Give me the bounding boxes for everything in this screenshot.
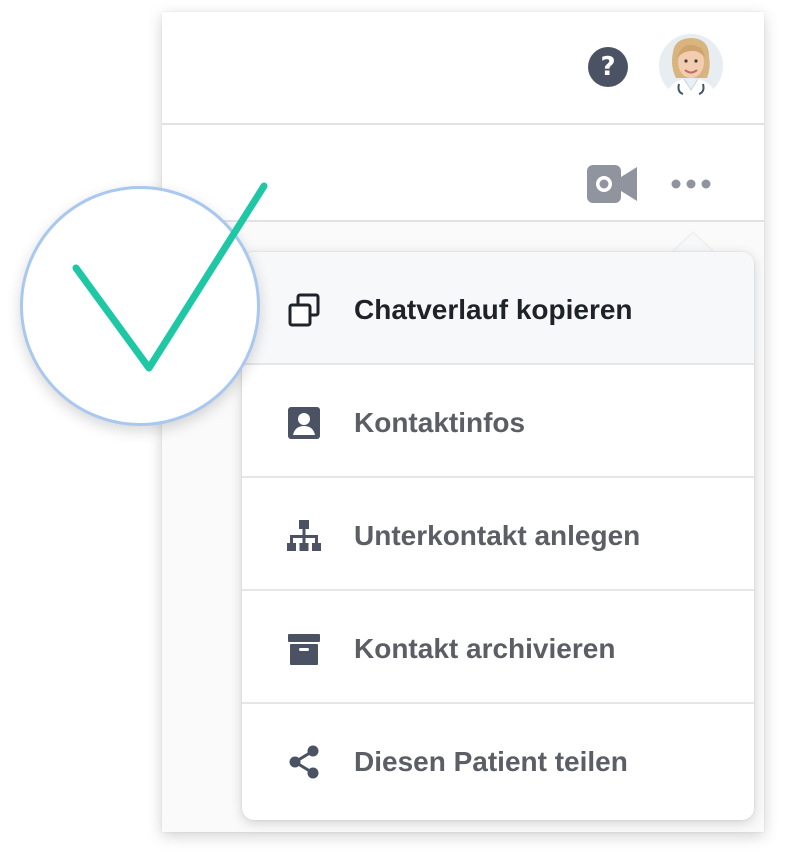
menu-item-label: Kontaktinfos xyxy=(354,407,526,438)
more-options-button[interactable] xyxy=(668,165,714,203)
video-camera-icon xyxy=(587,165,637,203)
contact-card-icon xyxy=(288,407,320,439)
copy-icon xyxy=(288,293,320,327)
menu-item-label: Kontakt archivieren xyxy=(354,633,616,664)
screen: ? Chatverlauf kopieren Kontaktinfos Unte… xyxy=(0,0,786,862)
menu-item-archive-contact[interactable]: Kontakt archivieren xyxy=(242,591,754,704)
user-avatar[interactable] xyxy=(659,34,723,98)
chat-toolbar xyxy=(162,125,764,222)
archive-box-icon xyxy=(288,634,320,665)
top-header: ? xyxy=(162,12,764,125)
video-call-button[interactable] xyxy=(587,165,639,203)
menu-item-share-patient[interactable]: Diesen Patient teilen xyxy=(242,704,754,817)
menu-item-add-subcontact[interactable]: Unterkontakt anlegen xyxy=(242,478,754,591)
menu-item-contact-info[interactable]: Kontaktinfos xyxy=(242,365,754,478)
menu-item-label: Chatverlauf kopieren xyxy=(354,294,633,325)
hierarchy-icon xyxy=(287,520,321,551)
menu-item-label: Diesen Patient teilen xyxy=(354,746,628,777)
menu-item-copy-chat[interactable]: Chatverlauf kopieren xyxy=(242,252,754,365)
options-dropdown-menu: Chatverlauf kopieren Kontaktinfos Unterk… xyxy=(242,252,754,820)
dropdown-caret xyxy=(672,233,714,253)
share-icon xyxy=(289,745,319,779)
avatar-photo xyxy=(659,34,723,98)
help-button[interactable]: ? xyxy=(588,47,628,87)
success-check-badge xyxy=(20,186,260,426)
more-horizontal-icon xyxy=(671,179,711,189)
menu-item-label: Unterkontakt anlegen xyxy=(354,520,641,551)
